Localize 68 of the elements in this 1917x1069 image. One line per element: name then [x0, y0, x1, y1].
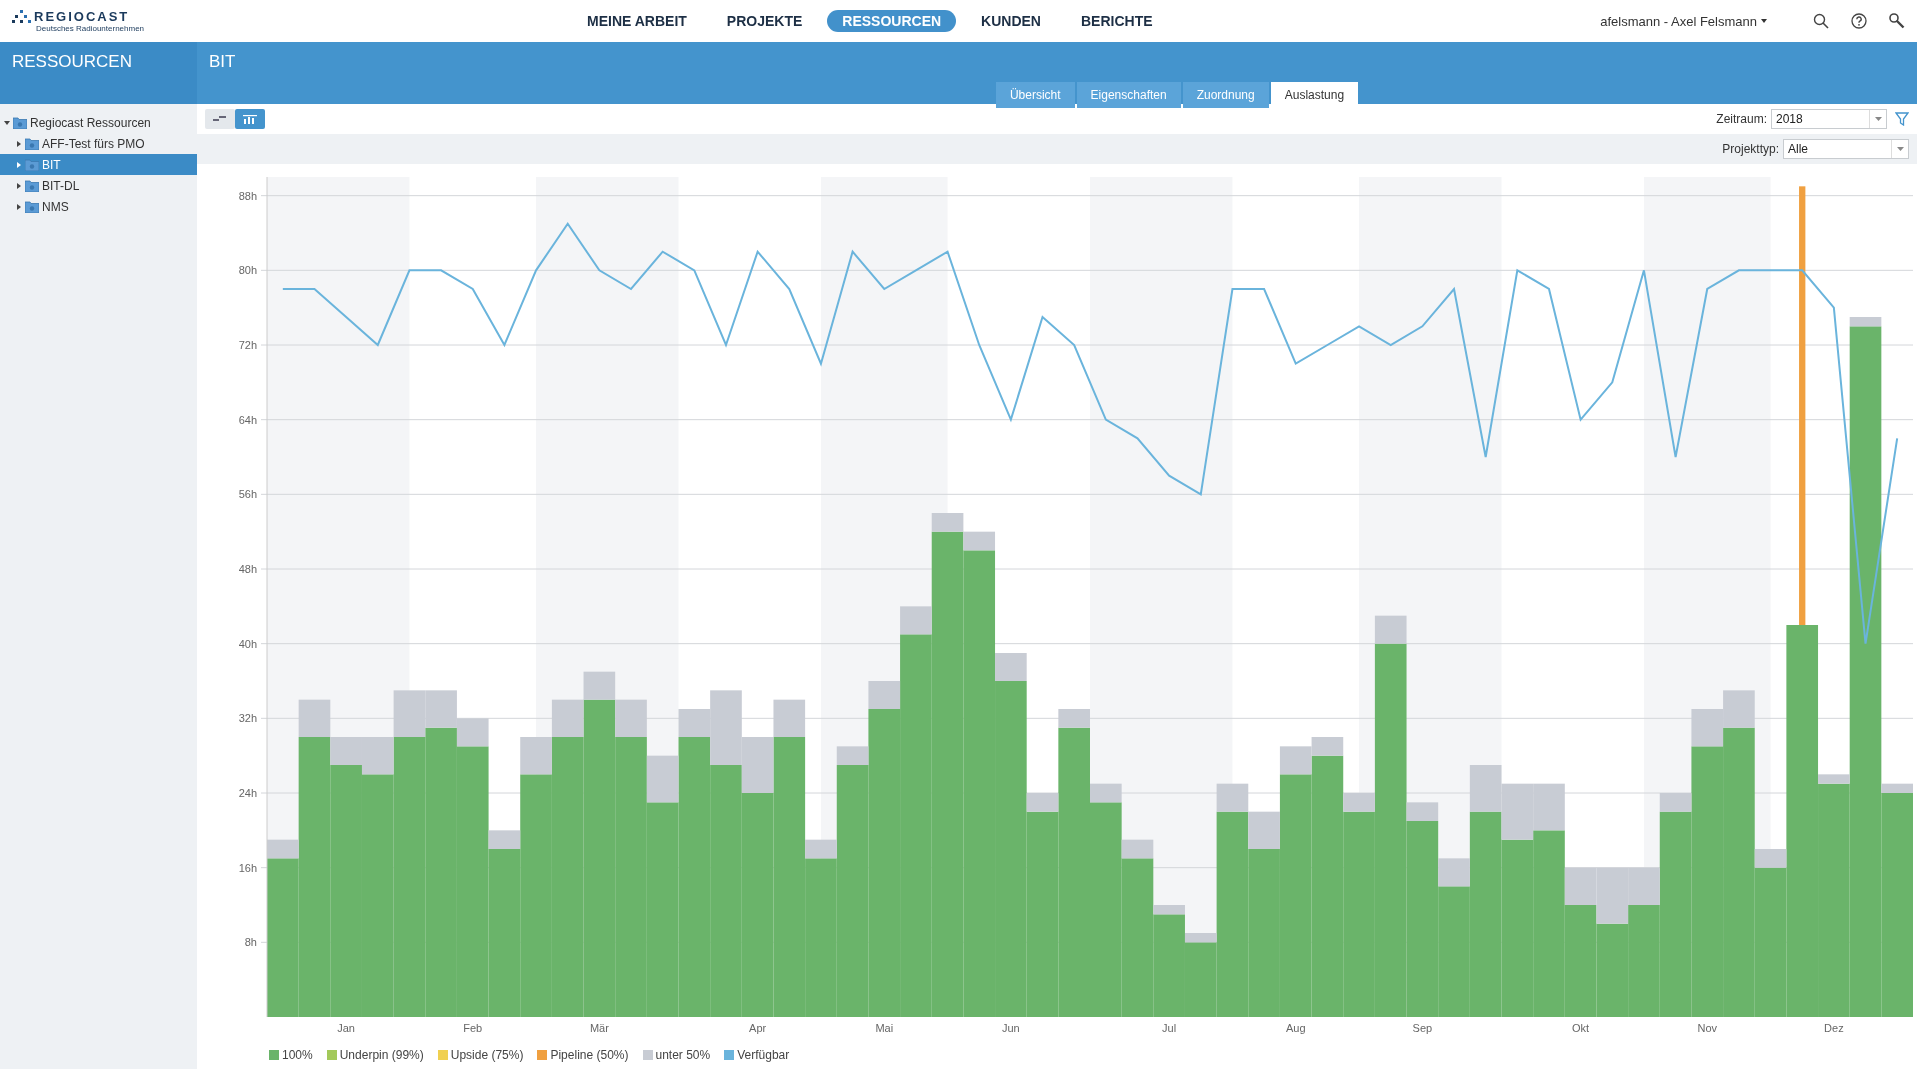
folder-icon	[25, 179, 39, 192]
axis-label: Apr	[749, 1022, 767, 1034]
axis-label: 16h	[238, 861, 257, 874]
caret-icon	[1896, 147, 1904, 151]
axis-label: Okt	[1572, 1022, 1590, 1034]
bar-chart-icon	[243, 114, 257, 124]
axis-label: Jul	[1162, 1022, 1177, 1034]
axis-label: Jun	[1002, 1022, 1020, 1034]
axis-label: Jan	[337, 1022, 355, 1034]
filter-icon[interactable]	[1895, 112, 1909, 126]
axis-label: Dez	[1824, 1022, 1844, 1034]
axis-label: 40h	[238, 637, 257, 650]
user-menu[interactable]: afelsmann - Axel Felsmann	[1600, 13, 1767, 29]
legend-label: Pipeline (50%)	[550, 1047, 629, 1062]
expand-arrow-icon[interactable]	[16, 161, 22, 168]
caret-icon	[1874, 117, 1882, 121]
folder-icon	[25, 200, 39, 213]
year-select[interactable]: 2018	[1771, 109, 1887, 129]
tree-item[interactable]: NMS	[0, 196, 197, 217]
help-icon[interactable]	[1851, 13, 1867, 29]
axis-label: Aug	[1285, 1022, 1306, 1034]
axis-label: 32h	[238, 712, 257, 725]
field-label: Projekttyp:	[1722, 142, 1779, 156]
logo-tagline: Deutsches Radiounternehmen	[36, 24, 146, 33]
legend-label: Verfügbar	[737, 1047, 790, 1062]
view-toggle-button[interactable]	[235, 109, 265, 129]
axis-label: Sep	[1412, 1022, 1433, 1034]
logo-dots-icon	[12, 10, 32, 24]
expand-arrow-icon[interactable]	[16, 140, 22, 147]
folder-icon	[25, 158, 39, 171]
section-title: RESSOURCEN	[11, 51, 133, 73]
folder-icon	[13, 116, 27, 129]
legend-label: 100%	[282, 1047, 313, 1062]
axis-label: 80h	[238, 264, 257, 277]
axis-label: Feb	[463, 1022, 483, 1034]
axis-label: Nov	[1697, 1022, 1718, 1034]
nav-link[interactable]: PROJEKTE	[711, 10, 818, 32]
logo-text: REGIOCAST	[34, 9, 130, 24]
search-icon[interactable]	[1813, 13, 1829, 29]
tree-item[interactable]: BIT	[0, 154, 197, 175]
view-toggle-button[interactable]	[205, 109, 235, 129]
expand-arrow-icon[interactable]	[16, 203, 22, 210]
nav-link[interactable]: BERICHTE	[1066, 10, 1168, 32]
axis-label: Mai	[875, 1022, 894, 1034]
expand-arrow-icon[interactable]	[16, 182, 22, 189]
tree-item[interactable]: BIT-DL	[0, 175, 197, 196]
axis-label: 72h	[238, 339, 257, 351]
axis-label: Mär	[589, 1022, 609, 1034]
axis-label: 48h	[238, 563, 257, 575]
tree-item[interactable]: AFF-Test fürs PMO	[0, 133, 197, 154]
axis-label: 88h	[238, 189, 257, 202]
axis-label: 56h	[238, 488, 257, 501]
gantt-icon	[213, 115, 227, 123]
tree-item[interactable]: Regiocast Ressourcen	[0, 112, 197, 133]
axis-label: 24h	[238, 787, 257, 799]
legend-label: Upside (75%)	[450, 1047, 524, 1062]
axis-label: 8h	[244, 936, 257, 949]
page-title: BIT	[208, 51, 237, 73]
axis-label: 64h	[238, 413, 257, 426]
field-label: Zeitraum:	[1716, 112, 1767, 126]
nav-link[interactable]: MEINE ARBEIT	[572, 10, 702, 32]
project-type-select[interactable]: Alle	[1783, 139, 1909, 159]
nav-link[interactable]: KUNDEN	[966, 10, 1056, 32]
folder-icon	[25, 137, 39, 150]
expand-arrow-icon[interactable]	[4, 119, 10, 126]
legend-label: unter 50%	[655, 1047, 711, 1062]
caret-icon	[1761, 19, 1767, 23]
legend-label: Underpin (99%)	[339, 1047, 424, 1062]
